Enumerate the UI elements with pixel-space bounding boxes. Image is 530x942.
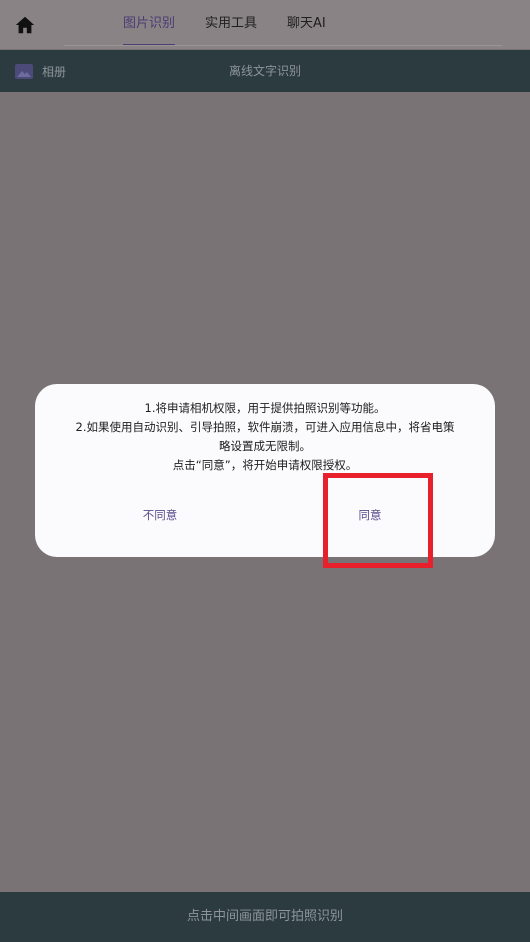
album-button[interactable]: 相册 [14, 50, 66, 92]
dialog-line: 2.如果使用自动识别、引导拍照，软件崩溃，可进入应用信息中，将省电策 [75, 420, 455, 434]
capture-hint: 点击中间画面即可拍照识别 [186, 909, 343, 924]
dialog-message: 1.将申请相机权限，用于提供拍照识别等功能。 2.如果使用自动识别、引导拍照，软… [57, 399, 473, 475]
toolbar-title: 离线文字识别 [228, 64, 301, 78]
top-bar: 图片识别 实用工具 聊天AI [0, 0, 530, 49]
tab-divider [64, 45, 502, 46]
home-icon[interactable] [14, 14, 36, 36]
dialog-line: 略设置成无限制。 [219, 439, 311, 453]
tab-image-recognition[interactable]: 图片识别 [108, 0, 190, 46]
image-icon [14, 63, 34, 80]
disagree-button[interactable]: 不同意 [105, 498, 215, 532]
dialog-line: 1.将申请相机权限，用于提供拍照识别等功能。 [144, 401, 386, 415]
bottom-bar[interactable]: 点击中间画面即可拍照识别 [0, 892, 530, 942]
tab-chat-ai[interactable]: 聊天AI [272, 0, 341, 46]
agree-highlight-box [323, 473, 433, 568]
tab-utilities[interactable]: 实用工具 [190, 0, 272, 46]
tab-bar: 图片识别 实用工具 聊天AI [108, 0, 341, 49]
camera-toolbar: 离线文字识别 相册 [0, 50, 530, 92]
album-label: 相册 [42, 64, 67, 79]
